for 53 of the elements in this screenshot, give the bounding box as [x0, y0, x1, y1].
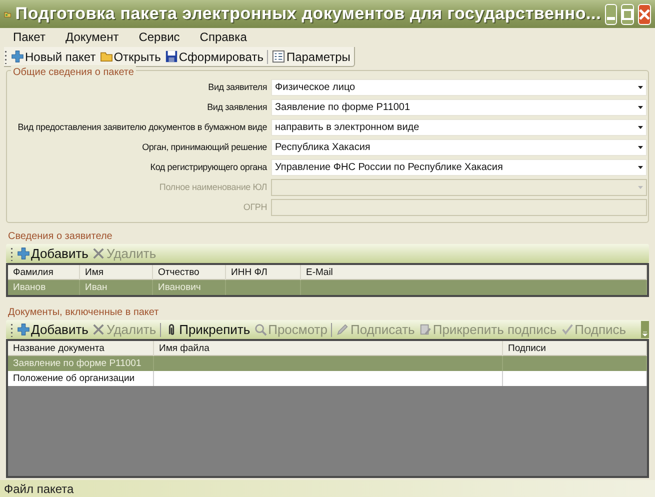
menu-item[interactable]: Пакет [8, 28, 50, 46]
floppy-icon [164, 50, 178, 63]
toolbar-button[interactable]: Новый пакет [11, 48, 96, 66]
delete-icon [92, 323, 106, 336]
dropdown-field[interactable]: Физическое лицо [271, 79, 647, 96]
signature-icon [418, 323, 432, 336]
field-label: Код регистрирующего органа [149, 160, 268, 174]
plus-icon [17, 323, 30, 336]
folder-icon [100, 50, 113, 63]
menu-item[interactable]: Сервис [134, 28, 185, 46]
dropdown-field[interactable]: Республика Хакасия [271, 139, 647, 156]
close-button[interactable] [638, 4, 651, 24]
toolbar-button[interactable]: Открыть [100, 48, 161, 66]
toolbar-grip[interactable] [4, 50, 7, 64]
plus-icon [17, 247, 30, 260]
group-title: Сведения о заявителе [7, 231, 114, 243]
plus-icon [11, 50, 24, 63]
toolbar-button[interactable]: Прикрепить [165, 320, 250, 338]
table-row[interactable]: Положение об организации [8, 371, 647, 386]
group-title: Общие сведения о пакете [11, 65, 136, 80]
toolbar-overflow-icon[interactable] [641, 321, 649, 338]
table-cell: Иванов [8, 280, 80, 295]
field-label: ОГРН [242, 200, 268, 214]
table-cell: Иванович [153, 280, 226, 295]
field-label: Вид заявителя [207, 80, 268, 94]
delete-icon [92, 247, 106, 260]
list-icon [272, 50, 286, 63]
dropdown-field[interactable]: Управление ФНС России по Республике Хакасия [271, 159, 647, 176]
menu-item[interactable]: Документ [60, 28, 124, 46]
field-label: Полное наименование ЮЛ [158, 180, 268, 194]
magnifier-icon [254, 323, 268, 336]
toolbar-grip[interactable] [10, 246, 13, 260]
window-title: Подготовка пакета электронных документов для государственно... [15, 3, 602, 26]
status-text: Файл пакета [4, 480, 74, 497]
toolbar-button[interactable]: Сформировать [164, 48, 264, 66]
toolbar-button[interactable]: Добавить [17, 320, 88, 338]
toolbar-grip[interactable] [10, 322, 13, 336]
toolbar-button[interactable]: Добавить [17, 244, 88, 262]
field-label: Вид заявления [206, 100, 268, 114]
close-icon [639, 8, 650, 20]
maximize-icon [622, 8, 633, 20]
minimize-icon [607, 16, 616, 20]
check-icon [560, 323, 574, 336]
menu-item[interactable]: Справка [194, 28, 252, 46]
dropdown-field[interactable]: направить в электронном виде [271, 119, 647, 136]
table-cell: Иван [80, 280, 153, 295]
dropdown-field[interactable]: Заявление по форме Р11001 [271, 99, 647, 116]
field-label: Орган, принимающий решение [141, 140, 268, 154]
toolbar-button[interactable]: Параметры [272, 48, 350, 66]
field-label: Вид предоставления заявителю документов в бумажном виде [16, 120, 268, 134]
table-cell: Положение об организации [8, 371, 154, 386]
group-title: Документы, включенные в пакет [7, 307, 160, 319]
pen-icon [336, 323, 350, 336]
